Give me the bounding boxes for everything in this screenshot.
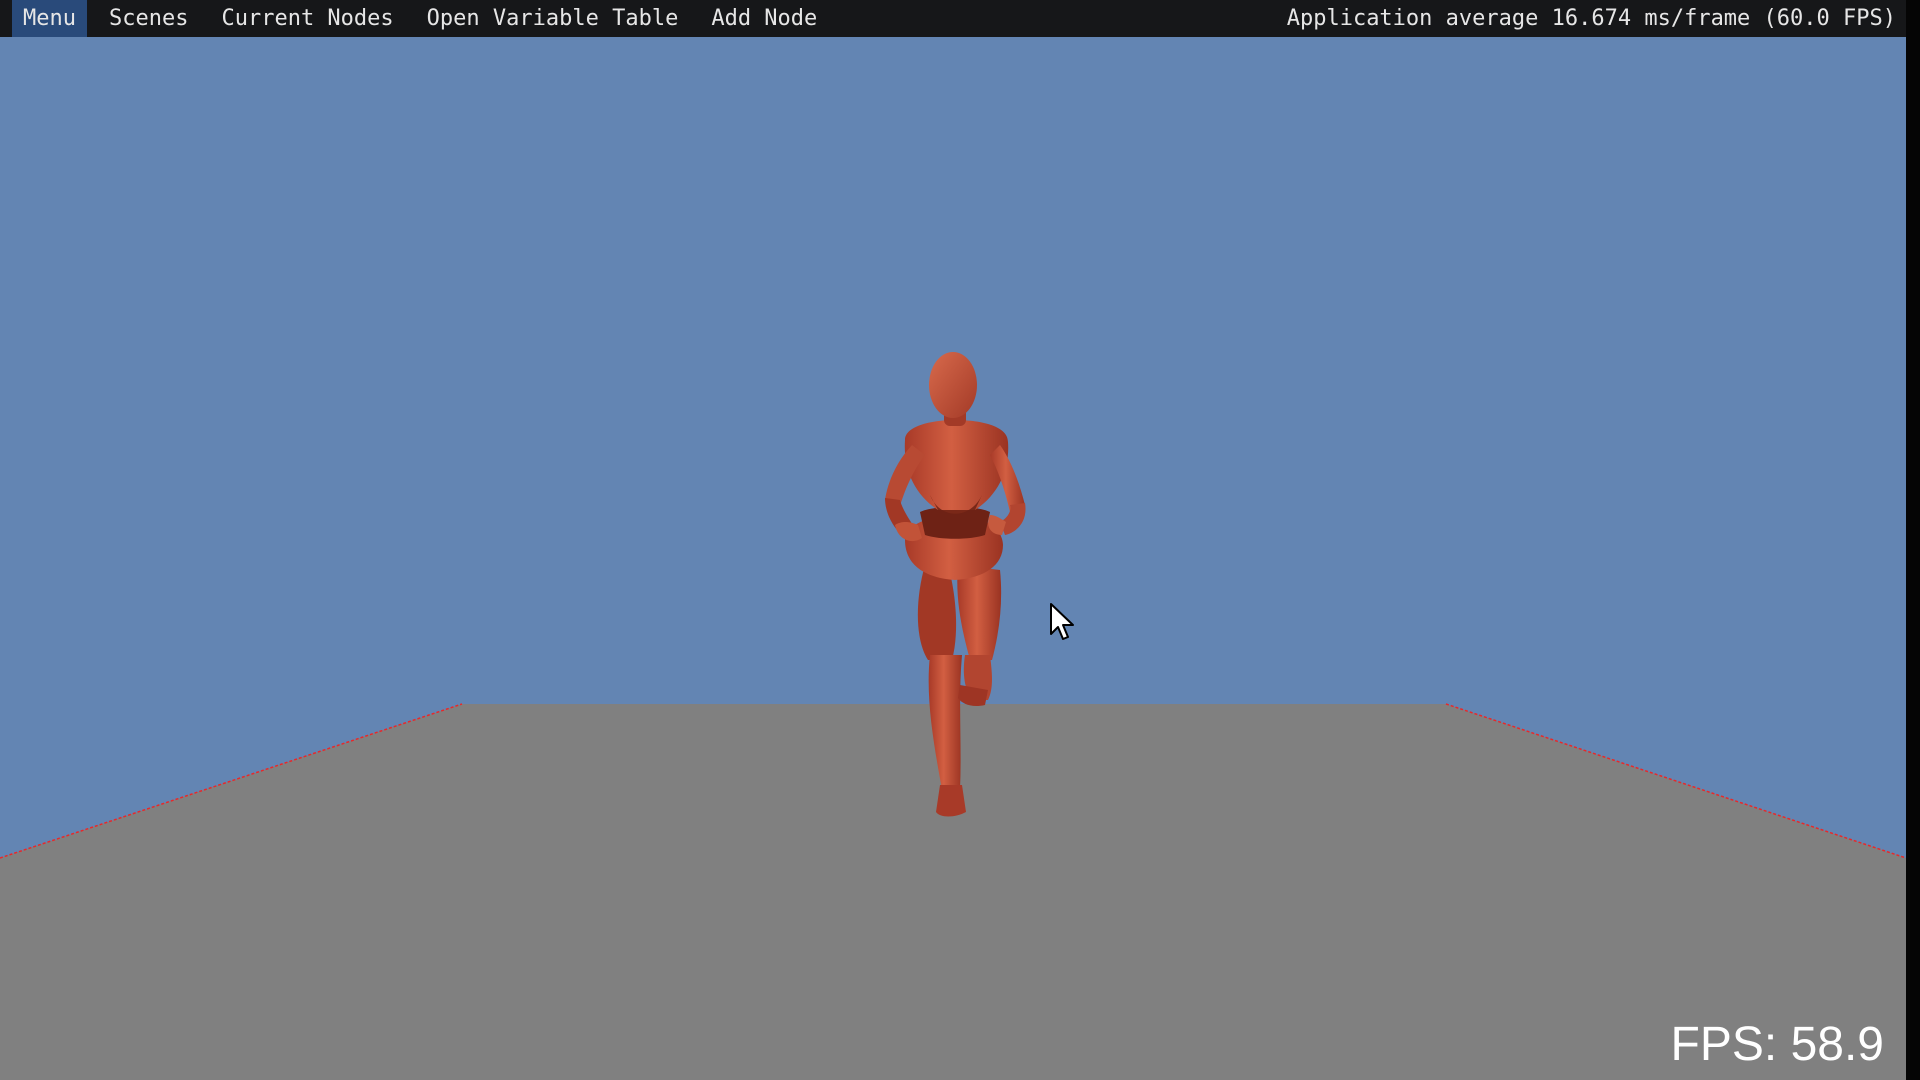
mouse-pointer-icon: [1050, 603, 1074, 640]
fps-counter: FPS: 58.9: [1670, 1018, 1884, 1071]
application-window: Menu Scenes Current Nodes Open Variable …: [0, 0, 1920, 1080]
menu-bar: Menu Scenes Current Nodes Open Variable …: [0, 0, 1906, 37]
menu-item-current-nodes[interactable]: Current Nodes: [210, 0, 404, 37]
performance-readout: Application average 16.674 ms/frame (60.…: [1286, 6, 1896, 31]
window-border: [1906, 0, 1920, 1080]
menu-item-menu[interactable]: Menu: [12, 0, 87, 37]
menu-item-open-variable-table[interactable]: Open Variable Table: [416, 0, 690, 37]
character-head: [929, 352, 977, 418]
menu-item-scenes[interactable]: Scenes: [98, 0, 199, 37]
3d-viewport[interactable]: [0, 0, 1920, 1080]
menu-item-add-node[interactable]: Add Node: [700, 0, 828, 37]
